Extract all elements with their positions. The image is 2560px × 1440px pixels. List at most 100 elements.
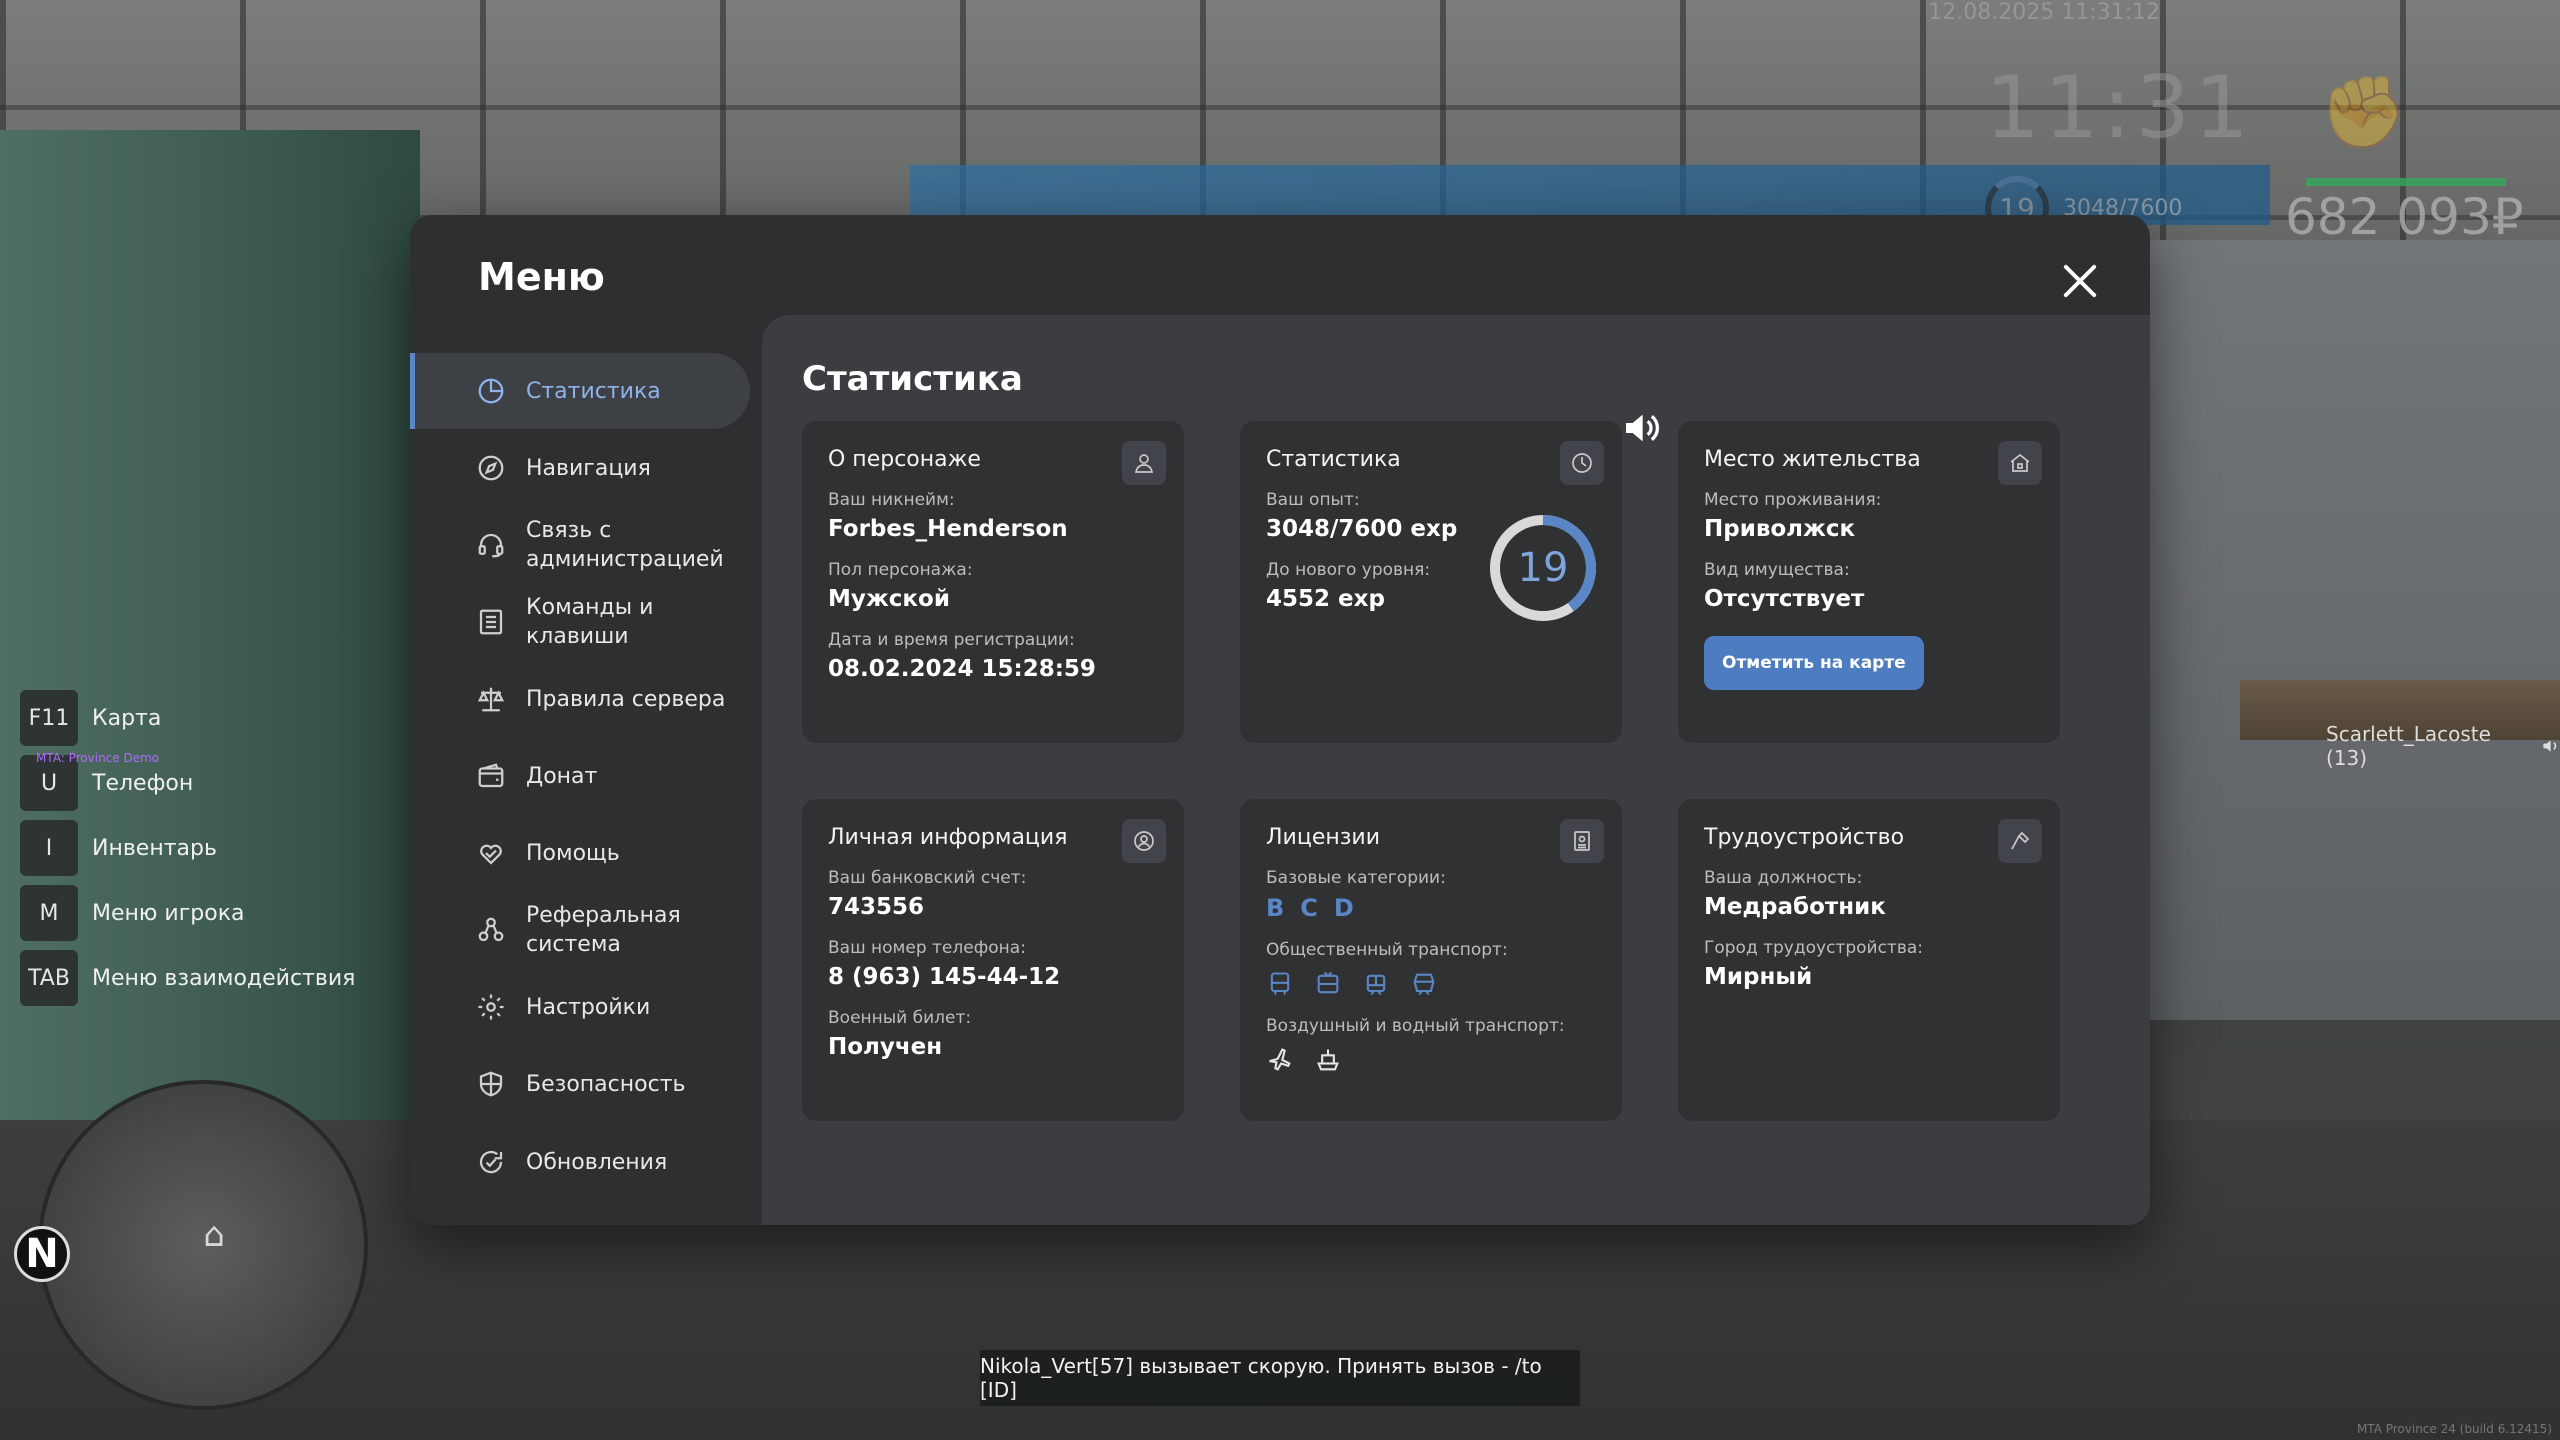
air-water-transport-icons (1266, 1046, 1596, 1074)
player-nametag: Scarlett_Lacoste (13) (2326, 722, 2560, 770)
north-indicator: N (14, 1226, 70, 1282)
key-label: Карта (92, 705, 162, 731)
content-panel: Статистика О персонаже Ваш никнейм: Forb… (762, 315, 2150, 1225)
card-title: Личная информация (828, 825, 1068, 850)
field-label: Базовые категории: (1266, 868, 1446, 888)
keybind-list: F11 Карта MTA: Province Demo U Телефон I… (20, 690, 355, 1006)
menu-title: Меню (478, 255, 605, 299)
keybind-player-menu[interactable]: M Меню игрока (20, 885, 355, 941)
keybind-inventory[interactable]: I Инвентарь (20, 820, 355, 876)
sidebar-item-label: Обновления (526, 1149, 668, 1175)
heart-hands-icon (476, 838, 506, 868)
sidebar-item-label: Настройки (526, 994, 651, 1020)
hammer-icon (1998, 819, 2042, 863)
sidebar-item-label: Навигация (526, 455, 651, 481)
gender-value: Мужской (828, 586, 950, 612)
bus-icon (1270, 972, 1290, 995)
field-label: Воздушный и водный транспорт: (1266, 1016, 1565, 1036)
mta-demo-tag: MTA: Province Demo (36, 751, 160, 765)
license-category: D (1333, 894, 1354, 922)
hud-money: 682 093₽ (2285, 188, 2524, 246)
phone-value: 8 (963) 145-44-12 (828, 964, 1061, 990)
sidebar-item-rules[interactable]: Правила сервера (410, 661, 750, 737)
sidebar-item-label: Донат (526, 763, 598, 789)
health-bar (2306, 178, 2506, 186)
close-button[interactable] (2056, 257, 2104, 305)
sidebar-item-navigation[interactable]: Навигация (410, 429, 750, 507)
property-value: Отсутствует (1704, 586, 1865, 612)
card-employment: Трудоустройство Ваша должность: Медработ… (1678, 799, 2060, 1121)
card-title: О персонаже (828, 447, 981, 472)
sidebar-item-commands[interactable]: Команды и клавиши (410, 583, 750, 661)
card-statistics: Статистика Ваш опыт: 3048/7600 exp До но… (1240, 421, 1622, 743)
menu-window: Меню Статистика Навигация Связь с админи… (410, 215, 2150, 1225)
referral-icon (476, 915, 506, 945)
field-label: Ваш номер телефона: (828, 938, 1026, 958)
menu-sidebar: Статистика Навигация Связь с администрац… (410, 353, 750, 1201)
card-title: Лицензии (1266, 825, 1381, 850)
key-cap: F11 (20, 690, 78, 746)
sidebar-item-donate[interactable]: Донат (410, 737, 750, 815)
keybind-interaction-menu[interactable]: TAB Меню взаимодействия (20, 950, 355, 1006)
keybind-phone[interactable]: MTA: Province Demo U Телефон (20, 751, 355, 811)
key-label: Телефон (92, 770, 194, 796)
card-licenses: Лицензии Базовые категории: B C D Общест… (1240, 799, 1622, 1121)
card-character: О персонаже Ваш никнейм: Forbes_Henderso… (802, 421, 1184, 743)
sidebar-item-label: Связь с администрацией (526, 518, 724, 572)
key-label: Меню взаимодействия (92, 965, 356, 991)
tram-icon (1366, 974, 1386, 996)
field-label: Вид имущества: (1704, 560, 1850, 580)
content-title: Статистика (802, 359, 1023, 399)
sidebar-item-security[interactable]: Безопасность (410, 1045, 750, 1123)
wallet-icon (476, 761, 506, 791)
license-category: C (1300, 894, 1318, 922)
sidebar-item-admin-contact[interactable]: Связь с администрацией (410, 507, 750, 583)
key-cap: TAB (20, 950, 78, 1006)
job-city-value: Мирный (1704, 964, 1813, 990)
license-categories: B C D (1266, 894, 1596, 922)
boat-icon (1317, 1049, 1339, 1071)
sidebar-item-help[interactable]: Помощь (410, 815, 750, 891)
card-personal-info: Личная информация Ваш банковский счет: 7… (802, 799, 1184, 1121)
airplane-icon (1269, 1048, 1291, 1071)
field-label: Ваш банковский счет: (828, 868, 1027, 888)
card-title: Место жительства (1704, 447, 1921, 472)
build-version: MTA Province 24 (build 6.12415) (2356, 1422, 2552, 1436)
sidebar-item-referral[interactable]: Реферальная система (410, 891, 750, 969)
headset-icon (476, 530, 506, 560)
user-icon (1122, 441, 1166, 485)
nickname-value: Forbes_Henderson (828, 516, 1068, 542)
compass-icon (476, 453, 506, 483)
hud-date: 12.08.2025 11:31:12 (1928, 0, 2160, 25)
speaker-icon (2543, 740, 2556, 752)
sidebar-item-label: Реферальная система (526, 903, 681, 957)
military-id-value: Получен (828, 1034, 943, 1060)
sidebar-item-updates[interactable]: Обновления (410, 1123, 750, 1201)
license-category: B (1266, 894, 1285, 922)
field-label: Ваш опыт: (1266, 490, 1360, 510)
mark-on-map-button[interactable]: Отметить на карте (1704, 636, 1924, 690)
voice-speaker-icon[interactable] (1620, 408, 1662, 448)
field-label: Дата и время регистрации: (828, 630, 1075, 650)
shield-icon (476, 1069, 506, 1099)
sidebar-item-statistics[interactable]: Статистика (410, 353, 750, 429)
hud-clock: 11:31 (1985, 58, 2253, 158)
card-residence: Место жительства Место проживания: Приво… (1678, 421, 2060, 743)
sidebar-item-label: Статистика (526, 378, 661, 404)
sidebar-item-settings[interactable]: Настройки (410, 969, 750, 1045)
home-icon (1998, 441, 2042, 485)
field-label: Пол персонажа: (828, 560, 973, 580)
pie-chart-icon (1560, 441, 1604, 485)
field-label: Общественный транспорт: (1266, 940, 1508, 960)
sidebar-item-label: Команды и клавиши (526, 595, 654, 649)
field-label: Город трудоустройства: (1704, 938, 1923, 958)
field-label: Место проживания: (1704, 490, 1882, 510)
key-cap: I (20, 820, 78, 876)
key-label: Инвентарь (92, 835, 217, 861)
card-title: Трудоустройство (1704, 825, 1905, 850)
level-number: 19 (1517, 545, 1569, 591)
player-name: Scarlett_Lacoste (13) (2326, 722, 2491, 770)
id-card-icon (1560, 819, 1604, 863)
field-label: Ваша должность: (1704, 868, 1863, 888)
keybind-map[interactable]: F11 Карта (20, 690, 355, 746)
